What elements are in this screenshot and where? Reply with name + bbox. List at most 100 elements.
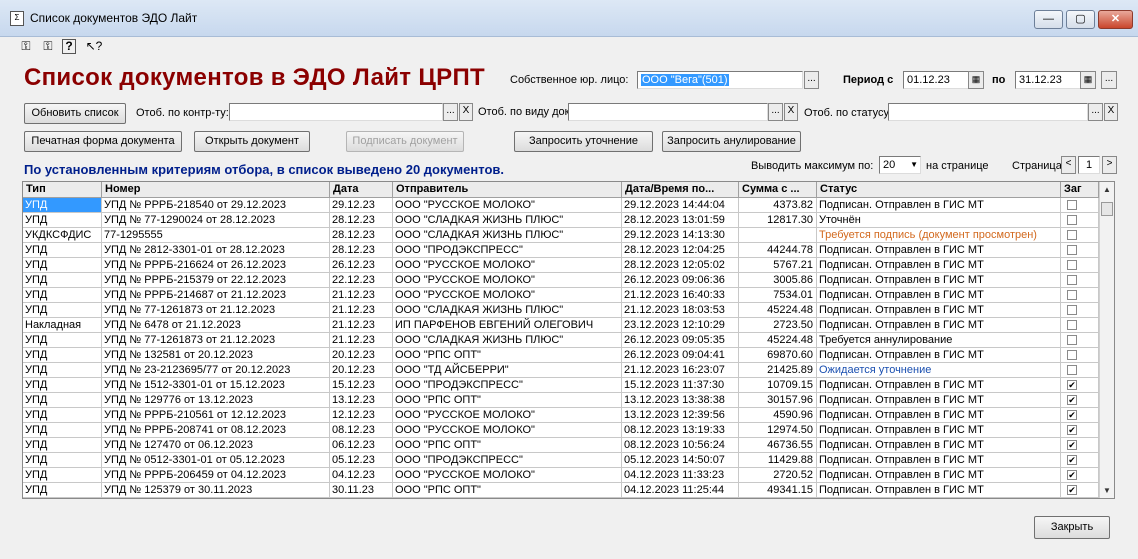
loaded-checkbox[interactable]: ✔ xyxy=(1067,425,1077,435)
entity-field[interactable]: ООО "Вега"(501) xyxy=(637,71,803,89)
loaded-checkbox[interactable] xyxy=(1067,365,1077,375)
table-row[interactable]: УПД УПД № 1512-3301-01 от 15.12.2023 15.12… xyxy=(23,378,1099,393)
table-row[interactable]: УПД УПД № РРРБ-216624 от 26.12.2023 26.12.… xyxy=(23,258,1099,273)
loaded-checkbox[interactable] xyxy=(1067,230,1077,240)
table-row[interactable]: УПД УПД № РРРБ-210561 от 12.12.2023 12.12.… xyxy=(23,408,1099,423)
cell-loaded[interactable]: ✔ xyxy=(1061,468,1099,483)
table-row[interactable]: УПД УПД № 23-2123695/77 от 20.12.2023 20.1… xyxy=(23,363,1099,378)
column-header[interactable]: Отправитель xyxy=(393,182,622,198)
close-button[interactable]: Закрыть xyxy=(1034,516,1110,539)
contractor-select-button[interactable]: ... xyxy=(443,103,458,121)
column-header[interactable]: Тип xyxy=(23,182,102,198)
column-header[interactable]: Дата xyxy=(330,182,393,198)
cell-loaded[interactable] xyxy=(1061,273,1099,288)
request-annulment-button[interactable]: Запросить анулирование xyxy=(662,131,801,152)
loaded-checkbox[interactable] xyxy=(1067,200,1077,210)
table-row[interactable]: УПД УПД № РРРБ-215379 от 22.12.2023 22.12.… xyxy=(23,273,1099,288)
scroll-down-icon[interactable]: ▼ xyxy=(1100,483,1114,498)
cell-loaded[interactable]: ✔ xyxy=(1061,408,1099,423)
table-row[interactable]: УПД УПД № 77-1290024 от 28.12.2023 28.12.2… xyxy=(23,213,1099,228)
cell-loaded[interactable] xyxy=(1061,213,1099,228)
table-row[interactable]: УПД УПД № 132581 от 20.12.2023 20.12.23 ООО… xyxy=(23,348,1099,363)
loaded-checkbox[interactable] xyxy=(1067,335,1077,345)
sign-document-button[interactable]: Подписать документ xyxy=(346,131,464,152)
cell-loaded[interactable]: ✔ xyxy=(1061,438,1099,453)
table-row[interactable]: УПД УПД № РРРБ-218540 от 29.12.2023 29.12.… xyxy=(23,198,1099,213)
cell-loaded[interactable] xyxy=(1061,288,1099,303)
minimize-button[interactable]: — xyxy=(1034,10,1063,29)
cell-loaded[interactable] xyxy=(1061,258,1099,273)
doctype-clear-button[interactable]: X xyxy=(784,103,798,121)
table-row[interactable]: УПД УПД № РРРБ-214687 от 21.12.2023 21.12.… xyxy=(23,288,1099,303)
scroll-up-icon[interactable]: ▲ xyxy=(1100,182,1114,197)
open-document-button[interactable]: Открыть документ xyxy=(194,131,310,152)
table-row[interactable]: УПД УПД № 129776 от 13.12.2023 13.12.23 ООО… xyxy=(23,393,1099,408)
status-select-button[interactable]: ... xyxy=(1088,103,1103,121)
user-lock-icon[interactable]: ⚿ xyxy=(18,38,34,54)
doctype-filter-field[interactable] xyxy=(568,103,768,121)
table-row[interactable]: Накладная УПД № 6478 от 21.12.2023 21.12.2… xyxy=(23,318,1099,333)
table-row[interactable]: УПД УПД № 0512-3301-01 от 05.12.2023 05.12… xyxy=(23,453,1099,468)
loaded-checkbox[interactable] xyxy=(1067,320,1077,330)
cell-loaded[interactable] xyxy=(1061,303,1099,318)
maximize-button[interactable]: ▢ xyxy=(1066,10,1095,29)
loaded-checkbox[interactable] xyxy=(1067,275,1077,285)
help-icon[interactable]: ? xyxy=(62,39,76,54)
cell-loaded[interactable]: ✔ xyxy=(1061,378,1099,393)
cell-loaded[interactable]: ✔ xyxy=(1061,483,1099,498)
loaded-checkbox[interactable] xyxy=(1067,215,1077,225)
period-select-button[interactable]: ... xyxy=(1101,71,1117,89)
scroll-thumb[interactable] xyxy=(1101,202,1113,216)
loaded-checkbox[interactable] xyxy=(1067,260,1077,270)
context-help-icon[interactable]: ↖? xyxy=(84,38,104,54)
table-row[interactable]: УПД УПД № 125379 от 30.11.2023 30.11.23 ООО… xyxy=(23,483,1099,498)
calendar-from-icon[interactable]: ▦ xyxy=(968,71,984,89)
vertical-scrollbar[interactable]: ▲ ▼ xyxy=(1099,182,1114,498)
contractor-clear-button[interactable]: X xyxy=(459,103,473,121)
refresh-list-button[interactable]: Обновить список xyxy=(24,103,126,124)
loaded-checkbox[interactable] xyxy=(1067,245,1077,255)
cell-loaded[interactable] xyxy=(1061,333,1099,348)
page-number-field[interactable]: 1 xyxy=(1078,156,1100,174)
entity-select-button[interactable]: ... xyxy=(804,71,819,89)
cell-loaded[interactable] xyxy=(1061,348,1099,363)
documents-table[interactable]: Тип Номер Дата Отправитель Дата/Время по... С… xyxy=(22,181,1115,499)
period-from-field[interactable]: 01.12.23 xyxy=(903,71,969,89)
doctype-select-button[interactable]: ... xyxy=(768,103,783,121)
column-header[interactable]: Заг xyxy=(1061,182,1099,198)
cell-loaded[interactable] xyxy=(1061,243,1099,258)
page-prev-button[interactable]: < xyxy=(1061,156,1076,174)
status-filter-field[interactable] xyxy=(888,103,1088,121)
cell-loaded[interactable]: ✔ xyxy=(1061,453,1099,468)
table-row[interactable]: УПД УПД № РРРБ-206459 от 04.12.2023 04.12.… xyxy=(23,468,1099,483)
print-form-button[interactable]: Печатная форма документа xyxy=(24,131,182,152)
loaded-checkbox[interactable] xyxy=(1067,290,1077,300)
loaded-checkbox[interactable]: ✔ xyxy=(1067,410,1077,420)
cell-loaded[interactable]: ✔ xyxy=(1061,423,1099,438)
period-to-field[interactable]: 31.12.23 xyxy=(1015,71,1081,89)
page-next-button[interactable]: > xyxy=(1102,156,1117,174)
loaded-checkbox[interactable]: ✔ xyxy=(1067,440,1077,450)
contractor-filter-field[interactable] xyxy=(229,103,443,121)
request-clarification-button[interactable]: Запросить уточнение xyxy=(514,131,653,152)
cell-loaded[interactable] xyxy=(1061,318,1099,333)
table-row[interactable]: УПД УПД № 127470 от 06.12.2023 06.12.23 ООО… xyxy=(23,438,1099,453)
user-unlock-icon[interactable]: ⚿ xyxy=(40,38,56,54)
loaded-checkbox[interactable]: ✔ xyxy=(1067,395,1077,405)
cell-loaded[interactable]: ✔ xyxy=(1061,393,1099,408)
status-clear-button[interactable]: X xyxy=(1104,103,1118,121)
loaded-checkbox[interactable]: ✔ xyxy=(1067,470,1077,480)
loaded-checkbox[interactable]: ✔ xyxy=(1067,485,1077,495)
column-header[interactable]: Номер xyxy=(102,182,330,198)
loaded-checkbox[interactable] xyxy=(1067,305,1077,315)
loaded-checkbox[interactable]: ✔ xyxy=(1067,380,1077,390)
loaded-checkbox[interactable]: ✔ xyxy=(1067,455,1077,465)
table-row[interactable]: УПД УПД № 77-1261873 от 21.12.2023 21.12.2… xyxy=(23,303,1099,318)
column-header[interactable]: Дата/Время по... xyxy=(622,182,739,198)
table-row[interactable]: УПД УПД № РРРБ-208741 от 08.12.2023 08.12.… xyxy=(23,423,1099,438)
cell-loaded[interactable] xyxy=(1061,363,1099,378)
table-row[interactable]: УКДКСФДИС 77-1295555 28.12.23 ООО "СЛАДКАЯ … xyxy=(23,228,1099,243)
loaded-checkbox[interactable] xyxy=(1067,350,1077,360)
close-window-button[interactable]: ✕ xyxy=(1098,10,1133,29)
column-header[interactable]: Сумма с ... xyxy=(739,182,817,198)
